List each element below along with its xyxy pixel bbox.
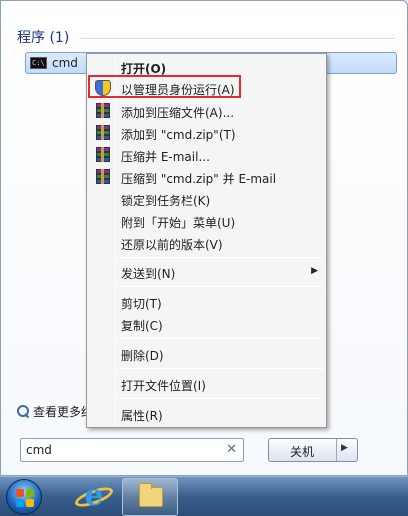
- menu-separator: [117, 257, 324, 258]
- search-input-value: cmd: [26, 443, 52, 457]
- folder-icon: [139, 483, 163, 507]
- menu-item-label: 还原以前的版本(V): [121, 238, 223, 252]
- menu-item-label: 剪切(T): [121, 297, 162, 311]
- menu-item-label: 压缩到 "cmd.zip" 并 E-mail: [121, 172, 277, 186]
- menu-item-copy[interactable]: 复制(C): [89, 313, 324, 335]
- menu-item-add-to-archive[interactable]: 添加到压缩文件(A)...: [89, 100, 324, 122]
- menu-item-pin-to-start-menu[interactable]: 附到「开始」菜单(U): [89, 210, 324, 232]
- see-more-results-link[interactable]: 查看更多结: [17, 403, 93, 420]
- windows-flag-icon: [16, 489, 34, 507]
- menu-item-label: 锁定到任务栏(K): [121, 194, 211, 208]
- menu-item-send-to[interactable]: 发送到(N) ▶: [89, 261, 324, 283]
- taskbar: [0, 476, 408, 516]
- menu-separator: [117, 368, 324, 369]
- run-as-admin-highlight-box: [88, 75, 241, 98]
- shutdown-label: 关机: [289, 445, 314, 459]
- context-menu: 打开(O) 以管理员身份运行(A) 添加到压缩文件(A)... 添加到 "cmd…: [86, 53, 327, 428]
- menu-item-label: 附到「开始」菜单(U): [121, 216, 236, 230]
- menu-item-label: 属性(R): [121, 409, 163, 423]
- menu-item-properties[interactable]: 属性(R): [89, 403, 324, 425]
- menu-item-label: 删除(D): [121, 349, 164, 363]
- submenu-arrow-icon: ▶: [311, 266, 318, 276]
- section-divider: [81, 38, 395, 39]
- menu-item-open-file-location[interactable]: 打开文件位置(I): [89, 373, 324, 395]
- menu-item-label: 发送到(N): [121, 267, 176, 281]
- menu-item-label: 复制(C): [121, 319, 163, 333]
- menu-item-delete[interactable]: 删除(D): [89, 343, 324, 365]
- menu-item-pin-to-taskbar[interactable]: 锁定到任务栏(K): [89, 188, 324, 210]
- menu-item-label: 打开文件位置(I): [121, 379, 206, 393]
- menu-separator: [117, 398, 324, 399]
- menu-separator: [117, 286, 324, 287]
- menu-item-label: 添加到压缩文件(A)...: [121, 106, 235, 120]
- menu-item-compress-and-email[interactable]: 压缩并 E-mail...: [89, 144, 324, 166]
- menu-item-label: 添加到 "cmd.zip"(T): [121, 128, 236, 142]
- menu-item-label: 压缩并 E-mail...: [121, 150, 210, 164]
- search-input[interactable]: cmd ✕: [20, 438, 244, 462]
- cmd-icon: C:\: [30, 57, 47, 69]
- menu-item-restore-previous-versions[interactable]: 还原以前的版本(V): [89, 232, 324, 254]
- start-orb-icon[interactable]: [6, 479, 42, 515]
- clear-search-icon[interactable]: ✕: [226, 442, 237, 457]
- menu-item-cut[interactable]: 剪切(T): [89, 291, 324, 313]
- magnifier-icon: [17, 405, 30, 418]
- internet-explorer-icon[interactable]: e: [78, 480, 110, 512]
- menu-separator: [117, 338, 324, 339]
- shutdown-button[interactable]: 关机 ▶: [268, 438, 358, 462]
- menu-item-add-to-cmd-zip[interactable]: 添加到 "cmd.zip"(T): [89, 122, 324, 144]
- programs-section-header: 程序 (1): [17, 30, 70, 46]
- menu-item-compress-to-zip-and-email[interactable]: 压缩到 "cmd.zip" 并 E-mail: [89, 166, 324, 188]
- shutdown-options-arrow-icon[interactable]: ▶: [341, 443, 348, 453]
- shutdown-divider: [336, 439, 337, 461]
- see-more-results-label: 查看更多结: [33, 405, 94, 419]
- windows-explorer-taskbar-button[interactable]: [122, 478, 178, 516]
- program-label: cmd: [52, 56, 78, 70]
